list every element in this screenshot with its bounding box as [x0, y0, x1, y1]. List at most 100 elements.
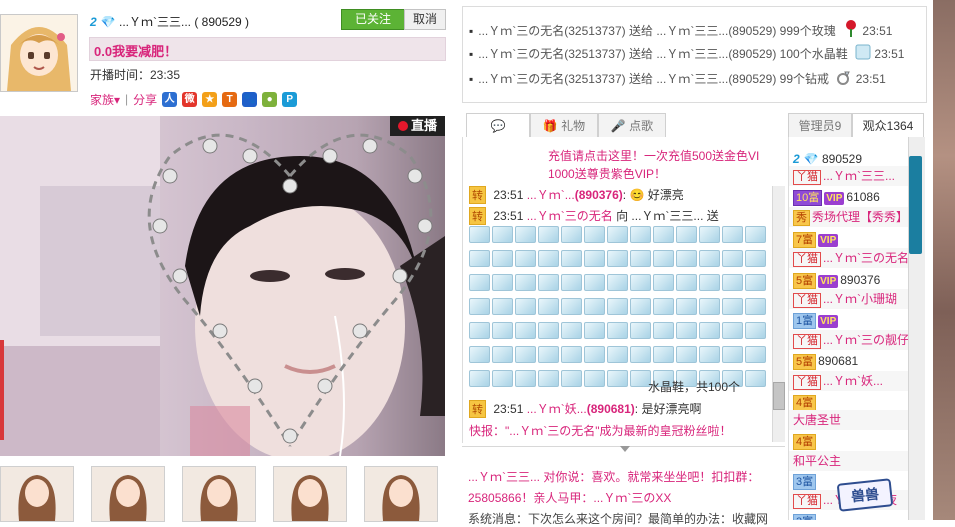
follow-button[interactable]: 已关注	[341, 9, 405, 30]
host-action-row: 家族▾ | 分享 人 微 ★ T 🐾 ● P	[90, 90, 298, 108]
unfollow-button[interactable]: 取消	[404, 9, 446, 30]
chat-message: 转 23:51 ...Ｙｍ`...(890376): 😊 好漂亮	[469, 186, 684, 204]
audience-item[interactable]: 3富	[793, 511, 818, 520]
tab-admins[interactable]: 管理员9	[788, 113, 852, 139]
seal-stamp[interactable]: 兽兽	[836, 478, 894, 512]
guest-avatar-icon	[365, 467, 437, 521]
chat-scrollbar-thumb[interactable]	[773, 382, 785, 410]
audience-item[interactable]: 丫猫 ...Ｙｍ`三の靓仔	[789, 330, 909, 350]
tab-chat[interactable]: 💬	[466, 113, 530, 139]
baidu-share-icon[interactable]: 🐾	[242, 91, 258, 107]
chat-user[interactable]: ...Ｙｍ`...	[527, 188, 575, 202]
system-message: 系统消息：下次怎么来这个房间？最简单的办法：收藏网	[468, 512, 769, 526]
crystal-shoe-icon	[699, 226, 720, 243]
forward-badge[interactable]: 转	[469, 186, 486, 204]
crystal-shoe-icon	[584, 226, 605, 243]
chat-tab-icon: 💬	[490, 119, 506, 133]
family-dropdown[interactable]: 家族▾	[90, 91, 120, 108]
room-title-box: 0.0我要减肥！	[89, 37, 446, 61]
live-video[interactable]: 直播	[0, 116, 445, 456]
guest-seat[interactable]	[273, 466, 347, 522]
public-chat: 充值请点击这里！一次充值500送金色VI 1000送尊贵紫色VIP！ 转 23:…	[462, 137, 786, 443]
chat-time: 23:51	[493, 188, 524, 202]
crystal-shoe-icon	[607, 322, 628, 339]
announcement-line[interactable]: 1000送尊贵紫色VIP！	[548, 165, 666, 182]
chat-time: 23:51	[493, 402, 524, 416]
collapse-arrow-icon[interactable]	[620, 446, 630, 452]
crystal-shoe-icon	[607, 370, 628, 387]
rose-icon	[843, 19, 859, 43]
guest-seat[interactable]	[182, 466, 256, 522]
guest-avatar-icon	[274, 467, 346, 521]
cat-badge: 丫猫	[793, 252, 821, 267]
crystal-shoe-icon	[469, 274, 490, 291]
weibo-share-icon[interactable]: 微	[182, 91, 198, 107]
share-label[interactable]: 分享	[133, 91, 157, 108]
tab-song-label: 点歌	[629, 119, 654, 133]
crystal-shoe-icon	[722, 322, 743, 339]
guest-seat[interactable]	[91, 466, 165, 522]
crystal-shoe-icon	[699, 346, 720, 363]
audience-item[interactable]: 1富 VIP	[793, 310, 840, 330]
crystal-shoe-icon	[699, 298, 720, 315]
announcement-line[interactable]: 充值请点击这里！一次充值500送金色VI	[548, 147, 759, 164]
bullet-icon: ▪	[469, 24, 474, 38]
douban-share-icon[interactable]: ●	[262, 91, 278, 107]
audience-item[interactable]: 丫猫 ...Ｙｍ`三三...	[789, 166, 909, 186]
audience-item[interactable]: 和平公主	[789, 451, 909, 471]
audience-item[interactable]: 5富 890681	[793, 351, 858, 371]
host-avatar[interactable]	[0, 14, 78, 92]
guest-seat[interactable]	[364, 466, 438, 522]
rich-level-badge: 5富	[793, 273, 817, 289]
audience-item[interactable]: 10富 VIP 61086	[793, 187, 880, 207]
crystal-shoe-icon	[515, 322, 536, 339]
audience-item[interactable]: 丫猫 ...Ｙｍ`三の无名	[789, 248, 909, 268]
tab-song[interactable]: 🎤 点歌	[598, 113, 666, 139]
audience-item[interactable]: 大唐圣世	[789, 410, 909, 430]
chat-user[interactable]: ...Ｙｍ`三の无名	[527, 209, 613, 223]
rich-level-badge: 3富	[793, 514, 817, 520]
forward-badge[interactable]: 转	[469, 207, 486, 225]
audience-item[interactable]: 7富 VIP	[793, 229, 840, 249]
pengyou-share-icon[interactable]: P	[282, 91, 298, 107]
qzone-share-icon[interactable]: ★	[202, 91, 218, 107]
audience-item[interactable]: 3富	[793, 471, 818, 491]
tab-audience[interactable]: 观众1364	[852, 113, 924, 139]
crystal-shoe-icon	[630, 226, 651, 243]
crystal-shoe-icon	[676, 346, 697, 363]
audience-list: 2 💎 890529 丫猫 ...Ｙｍ`三三... 10富 VIP 61086 秀秀场代…	[788, 137, 909, 520]
crystal-shoe-icon	[745, 370, 766, 387]
forward-badge[interactable]: 转	[469, 400, 486, 418]
guest-seat[interactable]	[0, 466, 74, 522]
private-message: ...Ｙｍ`三三... 对你说：喜欢。就常来坐坐吧！扣扣群：	[468, 470, 760, 484]
chat-user[interactable]: ...Ｙｍ`妖...	[527, 402, 587, 416]
audience-item[interactable]: 丫猫 ...Ｙｍ`小珊瑚	[789, 289, 909, 309]
crystal-shoe-icon	[538, 346, 559, 363]
guest-avatar-icon	[92, 467, 164, 521]
tab-gift[interactable]: 🎁 礼物	[530, 113, 598, 139]
side-photo-strip	[933, 0, 955, 520]
audience-item[interactable]: 丫猫 ...Ｙｍ`妖...	[789, 371, 909, 391]
tab-gift-label: 礼物	[561, 119, 586, 133]
airtime-text: 开播时间：23:35	[90, 68, 181, 82]
audience-item[interactable]: 秀秀场代理【秀秀】	[789, 207, 909, 227]
audience-item[interactable]: 4富	[793, 431, 818, 451]
tianya-share-icon[interactable]: T	[222, 91, 238, 107]
audience-scrollbar-thumb[interactable]	[909, 156, 922, 254]
gift-time: 23:51	[855, 72, 886, 86]
diamond-level-icon: 2	[90, 15, 97, 29]
audience-name: 和平公主	[793, 454, 842, 468]
crystal-shoe-icon	[538, 250, 559, 267]
vip-icon: VIP	[818, 315, 839, 328]
crystal-shoe-icon	[538, 322, 559, 339]
crystal-shoe-icon	[492, 322, 513, 339]
audience-item[interactable]: 5富 VIP 890376	[793, 270, 880, 290]
crystal-shoe-icon	[492, 250, 513, 267]
crystal-shoe-icon	[561, 298, 582, 315]
audience-item[interactable]: 4富	[793, 392, 818, 412]
crystal-shoe-icon	[584, 346, 605, 363]
renren-share-icon[interactable]: 人	[162, 91, 178, 107]
news-flash[interactable]: 快报："...Ｙｍ`三の无名"成为最新的皇冠粉丝啦！	[469, 422, 732, 439]
crystal-shoe-icon	[561, 346, 582, 363]
crystal-shoe-icon	[653, 346, 674, 363]
